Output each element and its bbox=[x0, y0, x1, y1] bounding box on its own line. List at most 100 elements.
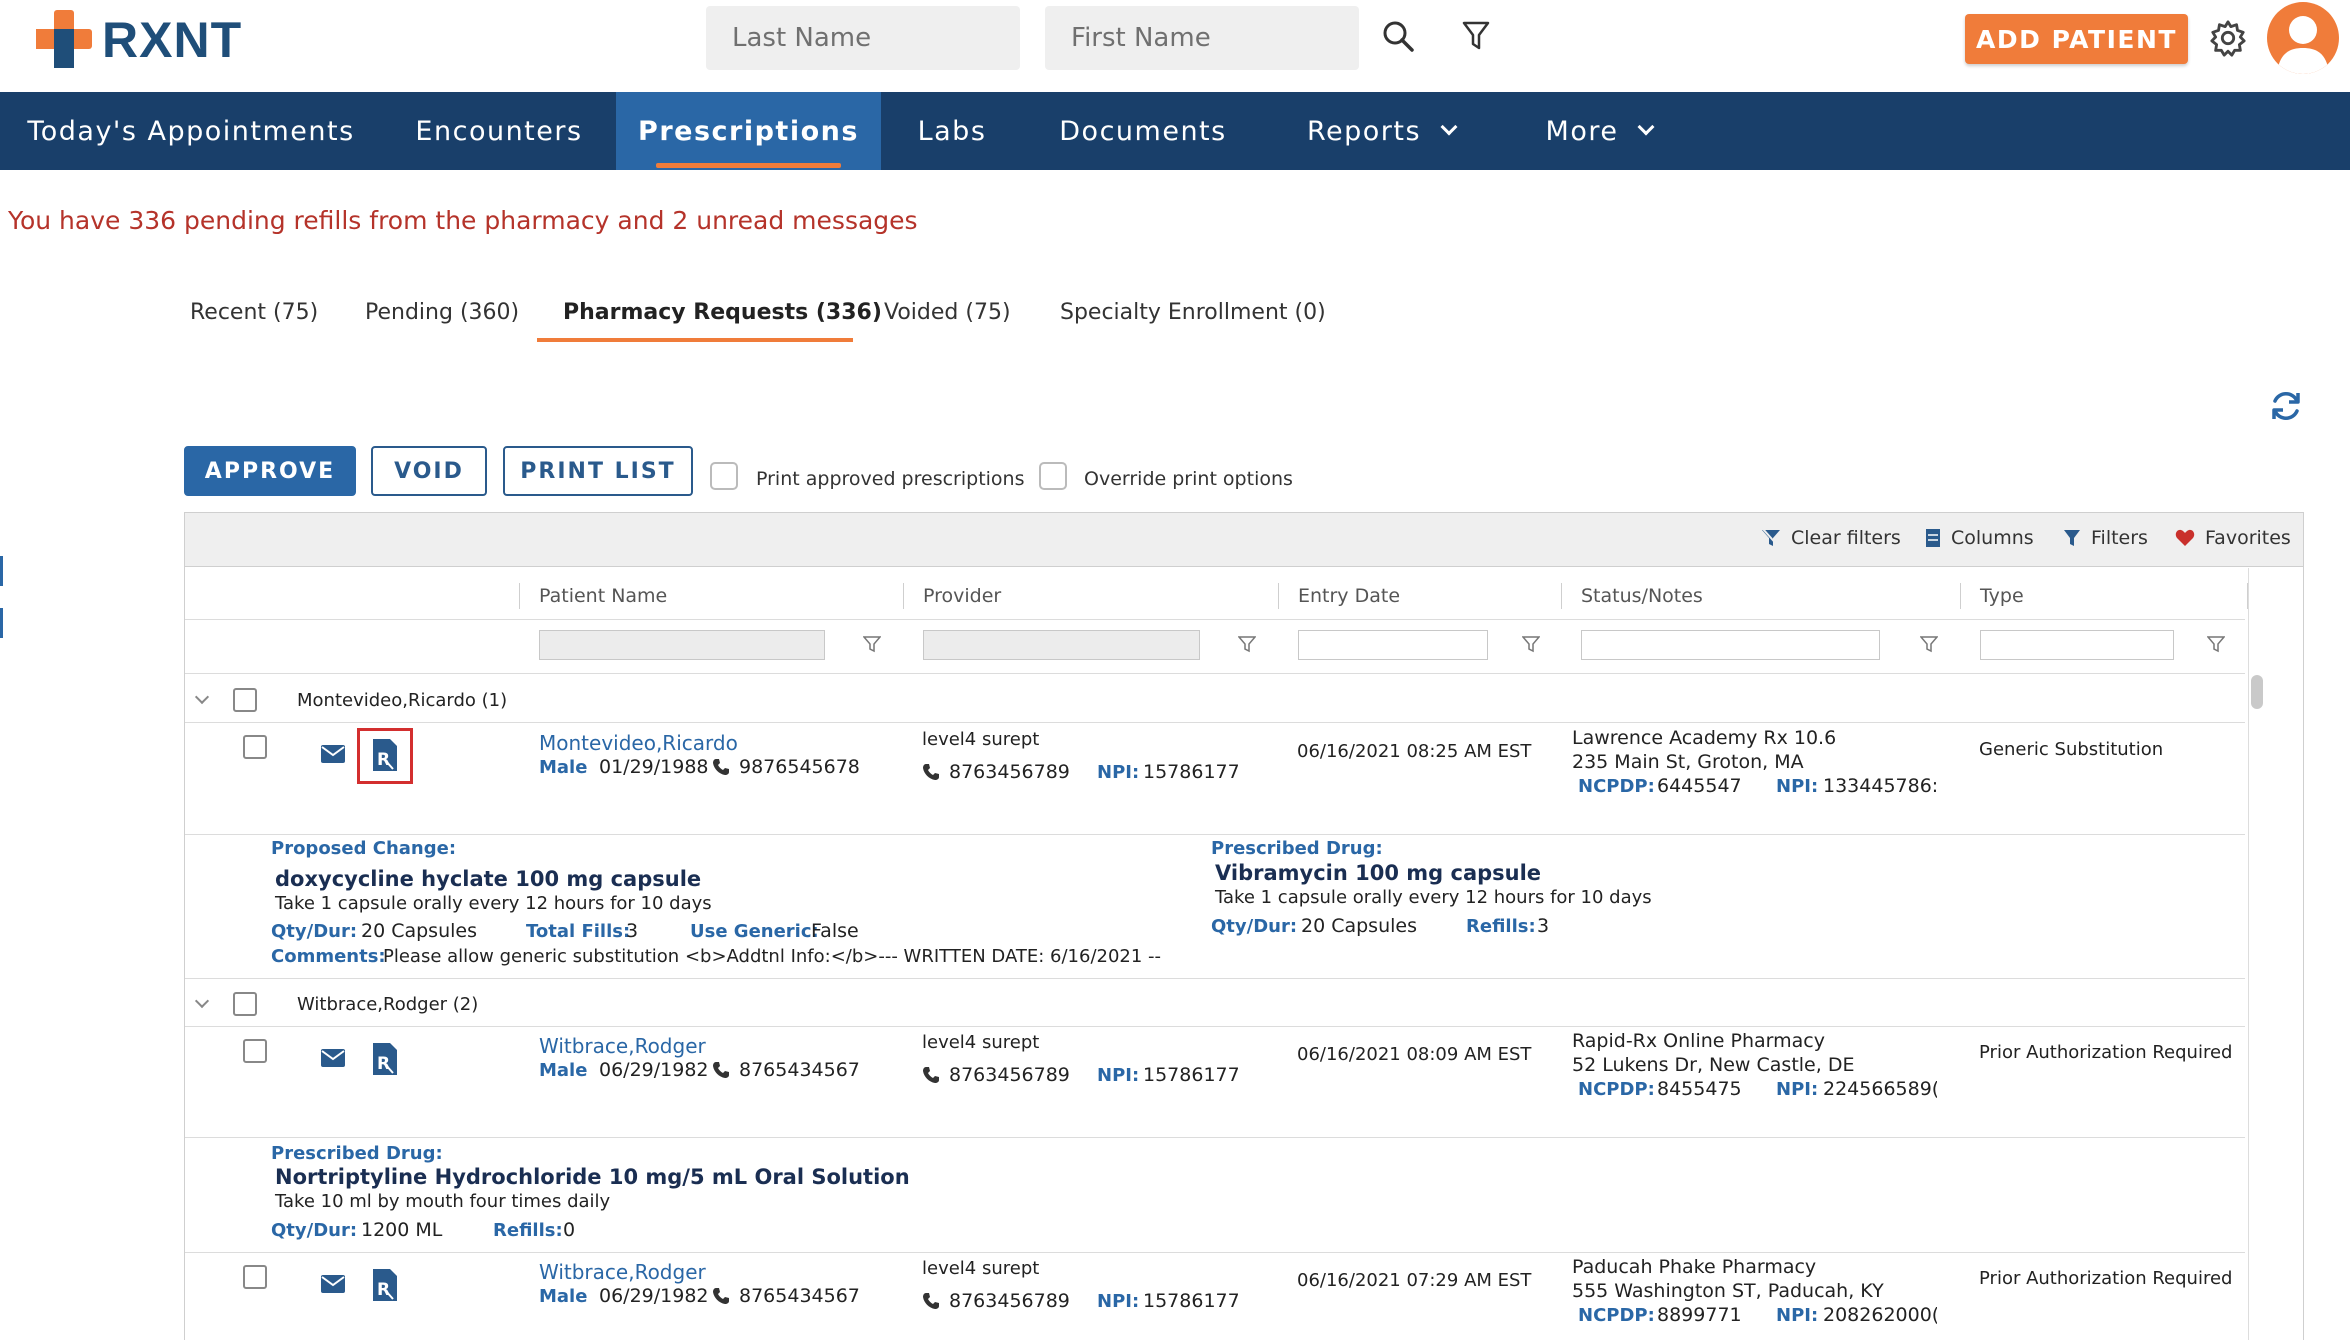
settings-button[interactable] bbox=[2206, 16, 2250, 60]
columns-button[interactable]: Columns bbox=[1925, 527, 2034, 549]
envelope-icon[interactable] bbox=[321, 745, 345, 763]
patient-name-link[interactable]: Montevideo,Ricardo bbox=[539, 731, 738, 755]
nav-label: Encounters bbox=[415, 115, 583, 147]
refills-label: Refills: bbox=[1466, 916, 1536, 937]
last-name-input[interactable] bbox=[706, 6, 1020, 70]
add-patient-button[interactable]: ADD PATIENT bbox=[1965, 14, 2188, 64]
patient-name-link[interactable]: Witbrace,Rodger bbox=[539, 1034, 706, 1058]
pharmacy-name: Lawrence Academy Rx 10.6 bbox=[1572, 727, 1837, 749]
prescribed-drug-label: Prescribed Drug: bbox=[271, 1143, 443, 1164]
scrollbar-thumb[interactable] bbox=[2251, 675, 2263, 709]
tab-pharmacy-requests[interactable]: Pharmacy Requests (336) bbox=[563, 300, 882, 325]
tab-voided[interactable]: Voided (75) bbox=[884, 300, 1011, 325]
group-checkbox[interactable] bbox=[233, 688, 257, 712]
print-list-button[interactable]: PRINT LIST bbox=[503, 446, 693, 496]
provider-phone: 8763456789 bbox=[949, 761, 1070, 783]
nav-labs[interactable]: Labs bbox=[881, 92, 1023, 170]
user-avatar[interactable] bbox=[2267, 2, 2339, 74]
chevron-down-icon[interactable] bbox=[194, 993, 210, 1009]
patient-dob: 06/29/1982 bbox=[599, 1285, 709, 1307]
clear-filters-button[interactable]: Clear filters bbox=[1761, 527, 1901, 549]
funnel-icon[interactable] bbox=[1920, 635, 1938, 653]
proposed-qty: 20 Capsules bbox=[361, 920, 477, 942]
row-checkbox[interactable] bbox=[243, 735, 267, 759]
nav-documents[interactable]: Documents bbox=[1023, 92, 1263, 170]
provider-filter[interactable] bbox=[923, 630, 1200, 660]
col-header-type[interactable]: Type bbox=[1980, 585, 2024, 607]
main-nav: Today's Appointments Encounters Prescrip… bbox=[0, 92, 2350, 170]
refresh-button[interactable] bbox=[2266, 386, 2306, 426]
header-divider bbox=[185, 619, 2245, 620]
favorites-button[interactable]: Favorites bbox=[2175, 527, 2291, 549]
columns-label: Columns bbox=[1951, 527, 2034, 549]
status-notes-filter[interactable] bbox=[1581, 630, 1880, 660]
favorites-label: Favorites bbox=[2205, 527, 2291, 549]
refills-count: 3 bbox=[1537, 915, 1550, 937]
proposed-change-label: Proposed Change: bbox=[271, 838, 457, 859]
col-header-patient-name[interactable]: Patient Name bbox=[539, 585, 667, 607]
nav-encounters[interactable]: Encounters bbox=[382, 92, 616, 170]
tab-pending[interactable]: Pending (360) bbox=[365, 300, 519, 325]
request-type: Prior Authorization Required bbox=[1979, 1042, 2233, 1063]
nav-reports[interactable]: Reports bbox=[1263, 92, 1499, 170]
group-label: Witbrace,Rodger (2) bbox=[297, 994, 479, 1015]
col-header-provider[interactable]: Provider bbox=[923, 585, 1001, 607]
prescription-rx-icon[interactable]: R bbox=[372, 738, 398, 772]
pending-refills-alert[interactable]: You have 336 pending refills from the ph… bbox=[8, 206, 918, 235]
row-checkbox[interactable] bbox=[243, 1265, 267, 1289]
npi-label: NPI: bbox=[1097, 762, 1140, 783]
prescription-rx-icon[interactable]: R bbox=[372, 1268, 398, 1302]
rxnt-logo[interactable]: RXNT bbox=[34, 10, 242, 70]
envelope-icon[interactable] bbox=[321, 1275, 345, 1293]
prescribed-sig: Take 1 capsule orally every 12 hours for… bbox=[1215, 887, 1652, 908]
pharmacy-requests-grid: Clear filters Columns Filters Favorites … bbox=[184, 512, 2304, 1340]
column-separator bbox=[1561, 583, 1562, 609]
refills-label: Refills: bbox=[493, 1220, 563, 1241]
npi-label: NPI: bbox=[1776, 1305, 1819, 1326]
chevron-down-icon[interactable] bbox=[194, 689, 210, 705]
pharmacy-ncpdp: 8455475 bbox=[1657, 1078, 1742, 1100]
approve-button[interactable]: APPROVE bbox=[184, 446, 356, 496]
print-approved-checkbox[interactable] bbox=[710, 462, 738, 490]
nav-todays-appointments[interactable]: Today's Appointments bbox=[0, 92, 382, 170]
comments-text: Please allow generic substitution <b>Add… bbox=[383, 946, 1162, 967]
group-checkbox[interactable] bbox=[233, 992, 257, 1016]
phone-icon bbox=[923, 1293, 939, 1309]
pharmacy-address: 555 Washington ST, Paducah, KY bbox=[1572, 1280, 1884, 1302]
column-separator bbox=[1960, 583, 1961, 609]
patient-name-link[interactable]: Witbrace,Rodger bbox=[539, 1260, 706, 1284]
row-divider bbox=[185, 1026, 2245, 1027]
filter-button[interactable] bbox=[1456, 16, 1496, 56]
first-name-input[interactable] bbox=[1045, 6, 1359, 70]
funnel-icon[interactable] bbox=[2207, 635, 2225, 653]
tab-specialty-enrollment[interactable]: Specialty Enrollment (0) bbox=[1060, 300, 1326, 325]
funnel-icon[interactable] bbox=[863, 635, 881, 653]
envelope-icon[interactable] bbox=[321, 1049, 345, 1067]
provider-phone: 8763456789 bbox=[949, 1290, 1070, 1312]
qty-dur-label: Qty/Dur: bbox=[271, 1220, 358, 1241]
funnel-icon[interactable] bbox=[1238, 635, 1256, 653]
nav-prescriptions[interactable]: Prescriptions bbox=[616, 92, 881, 170]
entry-date-filter[interactable] bbox=[1298, 630, 1488, 660]
heart-icon bbox=[2175, 529, 2195, 546]
col-header-entry-date[interactable]: Entry Date bbox=[1298, 585, 1400, 607]
request-type: Generic Substitution bbox=[1979, 739, 2164, 760]
entry-date: 06/16/2021 08:09 AM EST bbox=[1297, 1044, 1532, 1065]
nav-more[interactable]: More bbox=[1499, 92, 1699, 170]
pharmacy-name: Paducah Phake Pharmacy bbox=[1572, 1256, 1817, 1278]
row-checkbox[interactable] bbox=[243, 1039, 267, 1063]
col-header-status-notes[interactable]: Status/Notes bbox=[1581, 585, 1703, 607]
filters-button[interactable]: Filters bbox=[2063, 527, 2148, 549]
funnel-icon[interactable] bbox=[1522, 635, 1540, 653]
void-button[interactable]: VOID bbox=[371, 446, 487, 496]
type-filter[interactable] bbox=[1980, 630, 2174, 660]
patient-name-filter[interactable] bbox=[539, 630, 825, 660]
prescription-rx-icon[interactable]: R bbox=[372, 1042, 398, 1076]
tab-recent[interactable]: Recent (75) bbox=[190, 300, 318, 325]
override-print-checkbox[interactable] bbox=[1039, 462, 1067, 490]
npi-label: NPI: bbox=[1097, 1065, 1140, 1086]
user-icon bbox=[2277, 16, 2329, 74]
gear-icon bbox=[2210, 20, 2246, 57]
search-button[interactable] bbox=[1378, 16, 1418, 56]
chevron-down-icon bbox=[1637, 118, 1655, 136]
